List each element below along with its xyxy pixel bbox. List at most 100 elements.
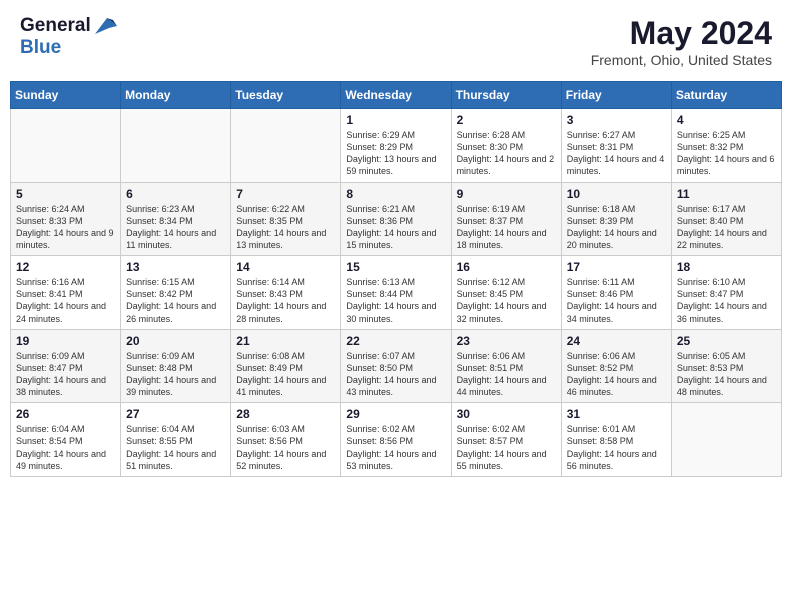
calendar-header-row: Sunday Monday Tuesday Wednesday Thursday… (11, 82, 782, 109)
day-number: 6 (126, 187, 225, 201)
day-number: 17 (567, 260, 666, 274)
day-sunrise: Sunrise: 6:06 AMSunset: 8:52 PMDaylight:… (567, 351, 657, 397)
location: Fremont, Ohio, United States (591, 52, 772, 68)
day-sunrise: Sunrise: 6:28 AMSunset: 8:30 PMDaylight:… (457, 130, 555, 176)
day-sunrise: Sunrise: 6:06 AMSunset: 8:51 PMDaylight:… (457, 351, 547, 397)
day-sunrise: Sunrise: 6:23 AMSunset: 8:34 PMDaylight:… (126, 204, 216, 250)
table-row: 11 Sunrise: 6:17 AMSunset: 8:40 PMDaylig… (671, 182, 781, 256)
col-saturday: Saturday (671, 82, 781, 109)
col-wednesday: Wednesday (341, 82, 451, 109)
day-number: 1 (346, 113, 445, 127)
table-row: 10 Sunrise: 6:18 AMSunset: 8:39 PMDaylig… (561, 182, 671, 256)
table-row: 31 Sunrise: 6:01 AMSunset: 8:58 PMDaylig… (561, 403, 671, 477)
page-header: General Blue May 2024 Fremont, Ohio, Uni… (10, 10, 782, 73)
day-sunrise: Sunrise: 6:29 AMSunset: 8:29 PMDaylight:… (346, 130, 436, 176)
calendar-week-row: 1 Sunrise: 6:29 AMSunset: 8:29 PMDayligh… (11, 109, 782, 183)
day-number: 31 (567, 407, 666, 421)
day-sunrise: Sunrise: 6:21 AMSunset: 8:36 PMDaylight:… (346, 204, 436, 250)
logo-general: General (20, 15, 91, 37)
table-row: 26 Sunrise: 6:04 AMSunset: 8:54 PMDaylig… (11, 403, 121, 477)
table-row: 25 Sunrise: 6:05 AMSunset: 8:53 PMDaylig… (671, 329, 781, 403)
day-sunrise: Sunrise: 6:16 AMSunset: 8:41 PMDaylight:… (16, 277, 106, 323)
day-sunrise: Sunrise: 6:12 AMSunset: 8:45 PMDaylight:… (457, 277, 547, 323)
day-sunrise: Sunrise: 6:11 AMSunset: 8:46 PMDaylight:… (567, 277, 657, 323)
table-row: 30 Sunrise: 6:02 AMSunset: 8:57 PMDaylig… (451, 403, 561, 477)
table-row: 2 Sunrise: 6:28 AMSunset: 8:30 PMDayligh… (451, 109, 561, 183)
table-row: 18 Sunrise: 6:10 AMSunset: 8:47 PMDaylig… (671, 256, 781, 330)
day-number: 19 (16, 334, 115, 348)
logo-blue: Blue (20, 37, 61, 58)
col-friday: Friday (561, 82, 671, 109)
day-sunrise: Sunrise: 6:17 AMSunset: 8:40 PMDaylight:… (677, 204, 767, 250)
day-number: 14 (236, 260, 335, 274)
day-number: 22 (346, 334, 445, 348)
calendar-week-row: 5 Sunrise: 6:24 AMSunset: 8:33 PMDayligh… (11, 182, 782, 256)
table-row: 6 Sunrise: 6:23 AMSunset: 8:34 PMDayligh… (121, 182, 231, 256)
day-number: 7 (236, 187, 335, 201)
day-sunrise: Sunrise: 6:08 AMSunset: 8:49 PMDaylight:… (236, 351, 326, 397)
table-row: 15 Sunrise: 6:13 AMSunset: 8:44 PMDaylig… (341, 256, 451, 330)
table-row: 23 Sunrise: 6:06 AMSunset: 8:51 PMDaylig… (451, 329, 561, 403)
col-monday: Monday (121, 82, 231, 109)
day-sunrise: Sunrise: 6:18 AMSunset: 8:39 PMDaylight:… (567, 204, 657, 250)
calendar-week-row: 19 Sunrise: 6:09 AMSunset: 8:47 PMDaylig… (11, 329, 782, 403)
day-sunrise: Sunrise: 6:05 AMSunset: 8:53 PMDaylight:… (677, 351, 767, 397)
day-sunrise: Sunrise: 6:22 AMSunset: 8:35 PMDaylight:… (236, 204, 326, 250)
logo-bird-icon (95, 18, 117, 34)
table-row: 16 Sunrise: 6:12 AMSunset: 8:45 PMDaylig… (451, 256, 561, 330)
day-number: 26 (16, 407, 115, 421)
day-sunrise: Sunrise: 6:01 AMSunset: 8:58 PMDaylight:… (567, 424, 657, 470)
day-number: 21 (236, 334, 335, 348)
table-row: 29 Sunrise: 6:02 AMSunset: 8:56 PMDaylig… (341, 403, 451, 477)
day-number: 3 (567, 113, 666, 127)
col-tuesday: Tuesday (231, 82, 341, 109)
calendar-week-row: 26 Sunrise: 6:04 AMSunset: 8:54 PMDaylig… (11, 403, 782, 477)
day-number: 15 (346, 260, 445, 274)
day-sunrise: Sunrise: 6:25 AMSunset: 8:32 PMDaylight:… (677, 130, 775, 176)
table-row: 28 Sunrise: 6:03 AMSunset: 8:56 PMDaylig… (231, 403, 341, 477)
day-sunrise: Sunrise: 6:24 AMSunset: 8:33 PMDaylight:… (16, 204, 114, 250)
calendar-week-row: 12 Sunrise: 6:16 AMSunset: 8:41 PMDaylig… (11, 256, 782, 330)
table-row: 27 Sunrise: 6:04 AMSunset: 8:55 PMDaylig… (121, 403, 231, 477)
day-number: 2 (457, 113, 556, 127)
table-row: 3 Sunrise: 6:27 AMSunset: 8:31 PMDayligh… (561, 109, 671, 183)
table-row: 8 Sunrise: 6:21 AMSunset: 8:36 PMDayligh… (341, 182, 451, 256)
table-row: 12 Sunrise: 6:16 AMSunset: 8:41 PMDaylig… (11, 256, 121, 330)
day-number: 23 (457, 334, 556, 348)
table-row: 21 Sunrise: 6:08 AMSunset: 8:49 PMDaylig… (231, 329, 341, 403)
table-row: 5 Sunrise: 6:24 AMSunset: 8:33 PMDayligh… (11, 182, 121, 256)
day-number: 16 (457, 260, 556, 274)
calendar-table: Sunday Monday Tuesday Wednesday Thursday… (10, 81, 782, 477)
table-row: 20 Sunrise: 6:09 AMSunset: 8:48 PMDaylig… (121, 329, 231, 403)
title-area: May 2024 Fremont, Ohio, United States (591, 15, 772, 68)
day-number: 4 (677, 113, 776, 127)
table-row: 13 Sunrise: 6:15 AMSunset: 8:42 PMDaylig… (121, 256, 231, 330)
day-sunrise: Sunrise: 6:13 AMSunset: 8:44 PMDaylight:… (346, 277, 436, 323)
table-row: 22 Sunrise: 6:07 AMSunset: 8:50 PMDaylig… (341, 329, 451, 403)
day-sunrise: Sunrise: 6:02 AMSunset: 8:57 PMDaylight:… (457, 424, 547, 470)
day-sunrise: Sunrise: 6:04 AMSunset: 8:55 PMDaylight:… (126, 424, 216, 470)
col-thursday: Thursday (451, 82, 561, 109)
day-sunrise: Sunrise: 6:03 AMSunset: 8:56 PMDaylight:… (236, 424, 326, 470)
day-number: 25 (677, 334, 776, 348)
day-number: 20 (126, 334, 225, 348)
day-sunrise: Sunrise: 6:04 AMSunset: 8:54 PMDaylight:… (16, 424, 106, 470)
day-number: 11 (677, 187, 776, 201)
day-sunrise: Sunrise: 6:15 AMSunset: 8:42 PMDaylight:… (126, 277, 216, 323)
table-row (671, 403, 781, 477)
day-number: 18 (677, 260, 776, 274)
table-row (121, 109, 231, 183)
day-number: 30 (457, 407, 556, 421)
table-row: 17 Sunrise: 6:11 AMSunset: 8:46 PMDaylig… (561, 256, 671, 330)
table-row: 1 Sunrise: 6:29 AMSunset: 8:29 PMDayligh… (341, 109, 451, 183)
day-number: 5 (16, 187, 115, 201)
month-title: May 2024 (591, 15, 772, 52)
day-sunrise: Sunrise: 6:14 AMSunset: 8:43 PMDaylight:… (236, 277, 326, 323)
col-sunday: Sunday (11, 82, 121, 109)
day-sunrise: Sunrise: 6:10 AMSunset: 8:47 PMDaylight:… (677, 277, 767, 323)
day-number: 9 (457, 187, 556, 201)
table-row: 19 Sunrise: 6:09 AMSunset: 8:47 PMDaylig… (11, 329, 121, 403)
logo: General Blue (20, 15, 117, 59)
day-sunrise: Sunrise: 6:02 AMSunset: 8:56 PMDaylight:… (346, 424, 436, 470)
day-number: 24 (567, 334, 666, 348)
